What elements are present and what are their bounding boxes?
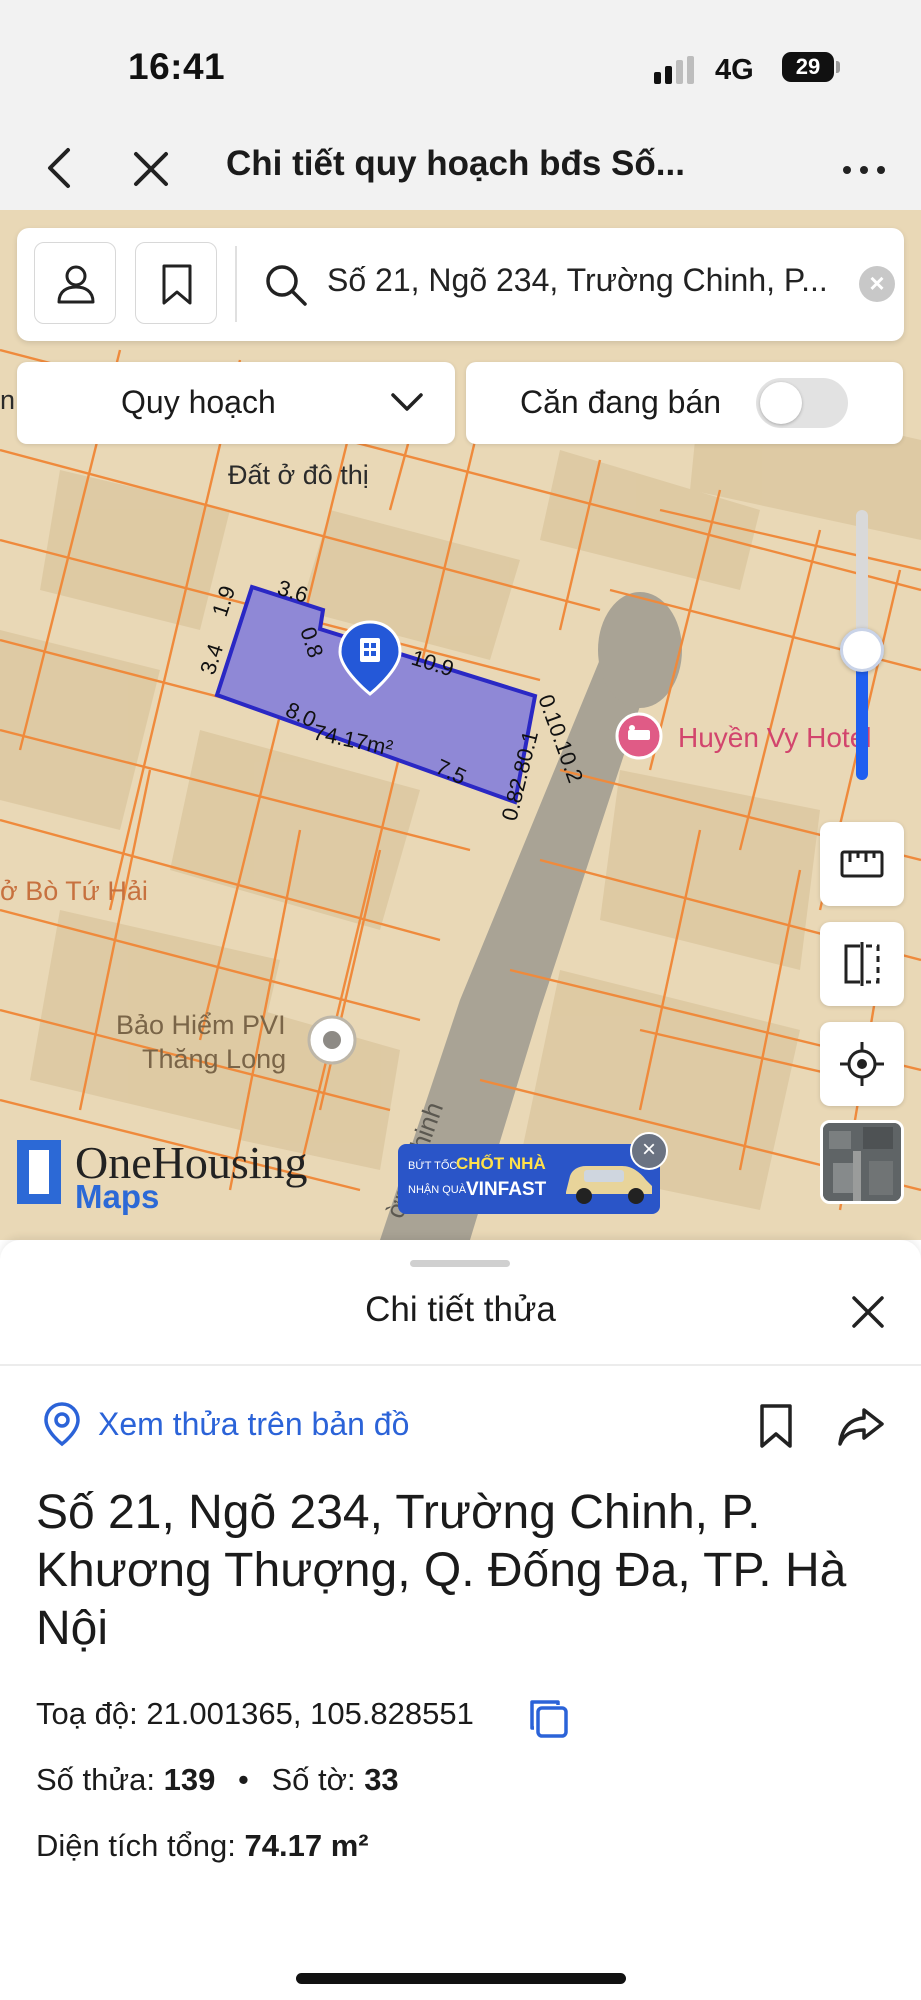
divider (235, 246, 237, 322)
user-icon (57, 265, 95, 304)
saved-button[interactable] (135, 242, 217, 324)
logo-sub: Maps (75, 1178, 160, 1215)
coordinates-label: Toạ độ: (36, 1696, 138, 1731)
cellular-signal-icon (654, 56, 698, 84)
onehousing-logo: OneHousing Maps (17, 1132, 337, 1215)
ruler-icon (840, 850, 884, 878)
area-row: Diện tích tổng: 74.17 m² (36, 1828, 369, 1864)
insurance-label-line2[interactable]: Thăng Long (142, 1044, 286, 1075)
back-button[interactable] (38, 142, 84, 194)
promo-small-2: NHẬN QUÀ (408, 1184, 467, 1196)
close-icon (852, 1296, 884, 1328)
close-icon (134, 152, 168, 186)
chevron-left-icon (48, 148, 70, 188)
bookmark-icon (760, 1404, 792, 1448)
satellite-thumbnail (823, 1123, 901, 1201)
map-edge-label: n (0, 385, 16, 415)
more-horizontal-icon (843, 166, 885, 174)
search-icon (266, 265, 307, 306)
measure-button[interactable] (820, 822, 904, 906)
copy-icon[interactable] (526, 1696, 572, 1742)
close-button[interactable] (128, 142, 174, 194)
hotel-pin-icon (615, 712, 663, 760)
area-value: 74.17 m² (244, 1828, 369, 1863)
close-ad-button[interactable]: × (630, 1132, 668, 1170)
toggle-knob (760, 382, 802, 424)
split-view-icon (844, 942, 880, 986)
insurance-label-line1[interactable]: Bảo Hiểm PVI (116, 1010, 286, 1041)
logo-mark (17, 1140, 61, 1204)
view-on-map-label: Xem thửa trên bản đồ (98, 1406, 410, 1442)
sheet-number-value: 33 (364, 1762, 399, 1797)
for-sale-label: Căn đang bán (520, 384, 722, 420)
parcel-address: Số 21, Ngõ 234, Trường Chinh, P. Khương … (36, 1486, 847, 1655)
layer-dropdown-label: Quy hoạch (121, 384, 276, 420)
area-label: Diện tích tổng: (36, 1828, 236, 1863)
promo-small-1: BỨT TỐC (408, 1160, 458, 1172)
parcel-number-value: 139 (163, 1762, 216, 1797)
crosshair-icon (840, 1042, 884, 1086)
nav-header: Chi tiết quy hoạch bđs Số... (0, 128, 921, 210)
hotel-label[interactable]: Huyền Vy Hotel (678, 722, 872, 754)
coordinates-row: Toạ độ: 21.001365, 105.828551 (36, 1696, 474, 1732)
poi-label[interactable]: ở Bò Tứ Hải (0, 876, 148, 907)
sheet-close-button[interactable] (846, 1290, 890, 1334)
parcel-number-label: Số thửa: (36, 1762, 155, 1797)
sheet-number-label: Số tờ: (271, 1762, 356, 1797)
home-indicator (296, 1973, 626, 1984)
search-input[interactable]: Số 21, Ngõ 234, Trường Chinh, P... (327, 262, 857, 299)
parcel-number-row: Số thửa: 139 • Số tờ: 33 (36, 1762, 399, 1798)
satellite-layer-button[interactable] (820, 1120, 904, 1204)
promo-banner[interactable]: BỨT TỐC CHỐT NHÀ NHẬN QUÀ VINFAST (398, 1144, 660, 1214)
status-bar: 16:41 4G 29 (0, 0, 921, 128)
bookmark-icon (162, 264, 192, 305)
page-title: Chi tiết quy hoạch bđs Số... (226, 144, 685, 183)
status-time: 16:41 (128, 46, 226, 87)
share-button[interactable] (836, 1402, 886, 1450)
share-icon (838, 1408, 884, 1446)
more-button[interactable] (838, 150, 890, 190)
for-sale-filter[interactable]: Căn đang bán (466, 362, 903, 444)
parcel-detail-sheet: Chi tiết thửa Xem thửa trên bản đồ Số 21… (0, 1240, 921, 2000)
for-sale-toggle[interactable] (756, 378, 848, 428)
promo-headline-2: VINFAST (466, 1179, 547, 1200)
zone-label: Đất ở đô thị (228, 460, 369, 490)
separator-dot: • (237, 1762, 249, 1797)
sheet-grabber[interactable] (410, 1260, 510, 1267)
locate-me-button[interactable] (820, 1022, 904, 1106)
place-pin-icon (307, 1015, 357, 1065)
sheet-title: Chi tiết thửa (365, 1290, 556, 1329)
account-button[interactable] (34, 242, 116, 324)
compare-button[interactable] (820, 922, 904, 1006)
search-card: Số 21, Ngõ 234, Trường Chinh, P... × (17, 228, 904, 341)
coordinates-value: 21.001365, 105.828551 (146, 1696, 474, 1731)
divider (0, 1364, 921, 1366)
battery-icon: 29 (782, 52, 834, 82)
promo-headline-1: CHỐT NHÀ (456, 1154, 546, 1173)
parcel-edge-label-3: 1.9 (207, 583, 240, 620)
location-pin-icon (44, 1402, 80, 1447)
layer-dropdown[interactable]: Quy hoạch (17, 362, 455, 444)
battery-tip (836, 61, 840, 73)
save-parcel-button[interactable] (752, 1400, 800, 1452)
chevron-down-icon (391, 393, 423, 411)
map-view[interactable]: 3.6 0.8 1.9 3.4 10.9 8.0 7.5 0.82.80.1 0… (0, 210, 921, 1240)
network-type: 4G (715, 54, 754, 86)
clear-search-button[interactable]: × (859, 266, 895, 302)
